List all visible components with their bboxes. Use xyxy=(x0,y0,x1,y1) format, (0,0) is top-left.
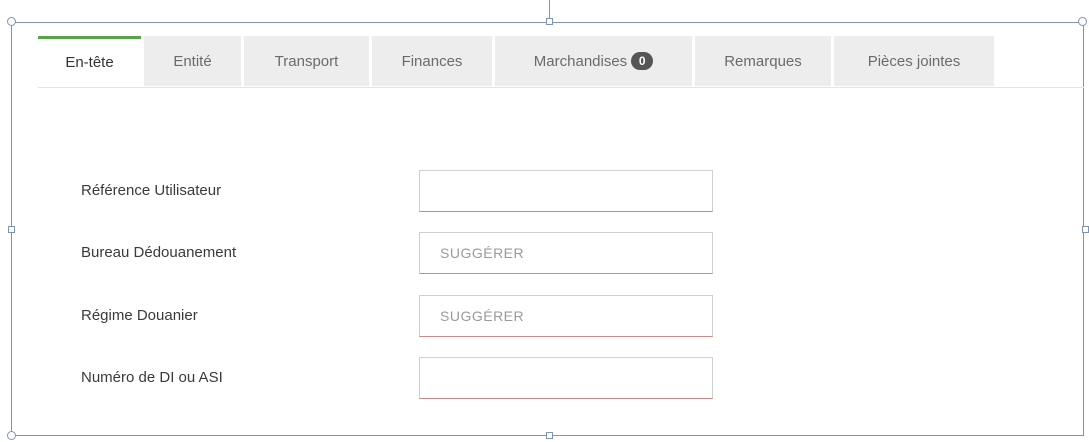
count-badge: 0 xyxy=(631,52,654,70)
resize-handle-middle-right[interactable] xyxy=(1082,226,1089,233)
tab-entite[interactable]: Entité xyxy=(144,36,241,86)
tab-label: Transport xyxy=(274,52,339,70)
form-row-numero: Numéro de DI ou ASI xyxy=(81,357,721,399)
tab-label: Pièces jointes xyxy=(867,52,961,70)
tab-en-tete[interactable]: En-tête xyxy=(38,36,141,86)
tab-label: Marchandises xyxy=(533,52,628,70)
form-row-regime: Régime Douanier xyxy=(81,295,721,337)
tab-label: Finances xyxy=(401,52,463,70)
numero-input[interactable] xyxy=(419,357,713,399)
reference-label: Référence Utilisateur xyxy=(81,182,222,199)
resize-handle-bottom-middle[interactable] xyxy=(546,432,553,439)
reference-input[interactable] xyxy=(419,170,713,212)
tab-pieces-jointes[interactable]: Pièces jointes xyxy=(834,36,994,86)
tab-label: En-tête xyxy=(65,54,114,71)
tab-transport[interactable]: Transport xyxy=(244,36,369,86)
rotation-handle-line xyxy=(549,0,550,18)
resize-handle-top-right[interactable] xyxy=(1078,17,1087,26)
tab-label: Entité xyxy=(173,52,212,70)
regime-label: Régime Douanier xyxy=(81,307,198,324)
bureau-label: Bureau Dédouanement xyxy=(81,244,237,261)
tab-remarques[interactable]: Remarques xyxy=(695,36,831,86)
tab-finances[interactable]: Finances xyxy=(372,36,492,86)
numero-label: Numéro de DI ou ASI xyxy=(81,369,223,386)
resize-handle-middle-left[interactable] xyxy=(8,226,15,233)
bureau-input[interactable] xyxy=(419,232,713,274)
tab-label: Remarques xyxy=(724,52,802,70)
resize-handle-top-left[interactable] xyxy=(7,17,16,26)
regime-input[interactable] xyxy=(419,295,713,337)
tab-marchandises[interactable]: Marchandises 0 xyxy=(495,36,692,86)
form-row-bureau: Bureau Dédouanement xyxy=(81,232,721,274)
resize-handle-top-middle[interactable] xyxy=(546,18,553,25)
tab-bar: En-tête Entité Transport Finances Marcha… xyxy=(38,36,1084,88)
resize-handle-bottom-left[interactable] xyxy=(7,431,16,440)
form-row-reference: Référence Utilisateur xyxy=(81,170,721,212)
